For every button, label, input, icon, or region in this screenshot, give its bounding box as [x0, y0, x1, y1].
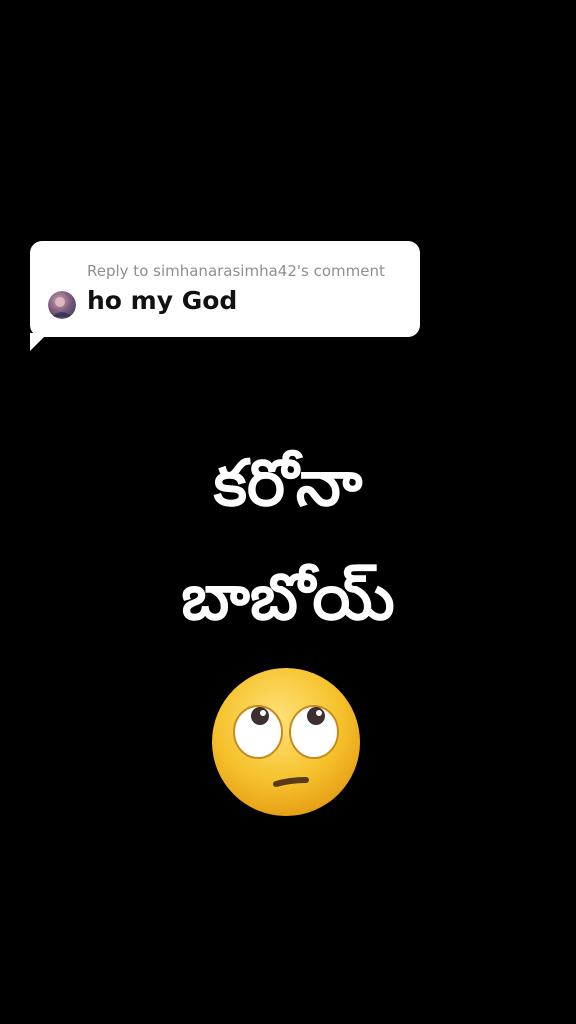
bubble-tail	[30, 333, 48, 351]
reply-header: Reply to simhanarasimha42's comment	[87, 262, 385, 280]
face-with-rolling-eyes-icon	[212, 668, 360, 816]
caption-line-1: కరోనా	[213, 447, 363, 521]
caption-line-2: బాబోయ్	[181, 561, 395, 635]
avatar[interactable]	[48, 291, 76, 319]
avatar-image	[48, 291, 76, 319]
reply-comment-text: ho my God	[87, 286, 238, 315]
reply-comment-bubble[interactable]: Reply to simhanarasimha42's comment ho m…	[30, 241, 420, 351]
